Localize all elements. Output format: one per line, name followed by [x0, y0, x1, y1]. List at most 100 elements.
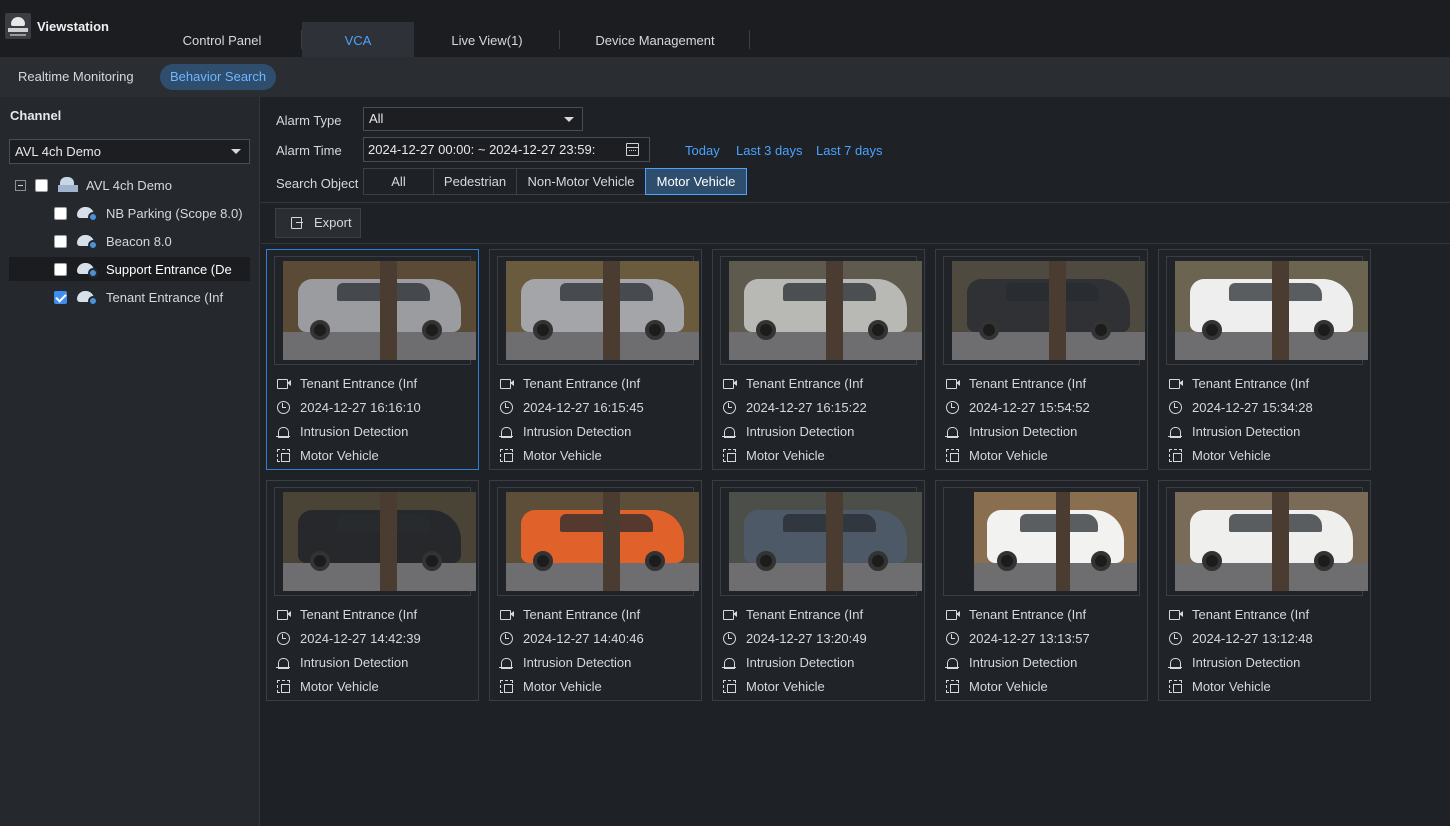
object-type-icon: [722, 448, 738, 462]
vehicle-snapshot[interactable]: [283, 261, 476, 360]
result-event-text: Intrusion Detection: [969, 423, 1078, 439]
result-event: Intrusion Detection: [722, 421, 854, 441]
result-card[interactable]: Tenant Entrance (Inf 2024-12-27 15:54:52 I…: [935, 249, 1148, 470]
tree-channel-support-entrance[interactable]: Support Entrance (De: [9, 257, 250, 281]
vehicle-snapshot[interactable]: [729, 492, 922, 591]
result-channel: Tenant Entrance (Inf: [276, 373, 417, 393]
alarm-icon: [1168, 655, 1184, 669]
object-motor-vehicle-button[interactable]: Motor Vehicle: [645, 168, 747, 195]
channel-label: NB Parking (Scope 8.0): [106, 205, 243, 221]
result-time-text: 2024-12-27 15:34:28: [1192, 399, 1313, 415]
result-time-text: 2024-12-27 16:15:45: [523, 399, 644, 415]
result-card[interactable]: Tenant Entrance (Inf 2024-12-27 13:12:48 I…: [1158, 480, 1371, 701]
tab-control-panel[interactable]: Control Panel: [142, 22, 302, 57]
result-card[interactable]: Tenant Entrance (Inf 2024-12-27 16:16:10 I…: [266, 249, 479, 470]
top-bar: Viewstation Control Panel VCA Live View(…: [0, 0, 1450, 57]
channel-checkbox[interactable]: [54, 262, 67, 276]
vehicle-snapshot[interactable]: [283, 492, 476, 591]
result-event-text: Intrusion Detection: [746, 423, 855, 439]
export-button[interactable]: Export: [275, 208, 361, 238]
object-type-icon: [276, 448, 292, 462]
alarm-icon: [722, 655, 738, 669]
app-title: Viewstation: [37, 19, 110, 34]
result-event: Intrusion Detection: [276, 652, 408, 672]
result-channel-text: Tenant Entrance (Inf: [300, 606, 418, 622]
result-object-text: Motor Vehicle: [746, 678, 825, 694]
object-type-icon: [945, 679, 961, 693]
channel-label: Tenant Entrance (Inf: [106, 289, 224, 305]
result-time: 2024-12-27 14:40:46: [499, 628, 644, 648]
channel-sidebar: Channel AVL 4ch Demo AVL 4ch Demo NB Par…: [0, 97, 260, 826]
result-object: Motor Vehicle: [1168, 676, 1271, 696]
result-object-text: Motor Vehicle: [300, 678, 379, 694]
channel-checkbox[interactable]: [54, 290, 67, 304]
calendar-icon[interactable]: [626, 143, 639, 156]
result-card[interactable]: Tenant Entrance (Inf 2024-12-27 14:40:46 I…: [489, 480, 702, 701]
device-select[interactable]: AVL 4ch Demo: [9, 139, 250, 164]
object-non-motor-vehicle-button[interactable]: Non-Motor Vehicle: [517, 169, 646, 194]
result-card[interactable]: Tenant Entrance (Inf 2024-12-27 13:20:49 I…: [712, 480, 925, 701]
export-label: Export: [314, 215, 352, 230]
tab-vca[interactable]: VCA: [302, 22, 414, 57]
quick-today-link[interactable]: Today: [685, 143, 720, 158]
collapse-icon[interactable]: [15, 179, 26, 191]
result-object: Motor Vehicle: [276, 676, 379, 696]
vehicle-snapshot[interactable]: [1175, 492, 1368, 591]
object-type-icon: [945, 448, 961, 462]
result-event: Intrusion Detection: [945, 652, 1077, 672]
channel-checkbox[interactable]: [54, 234, 67, 248]
divider: [261, 202, 1450, 203]
result-time-text: 2024-12-27 15:54:52: [969, 399, 1090, 415]
camera-icon: [276, 607, 292, 621]
result-time: 2024-12-27 16:15:45: [499, 397, 644, 417]
result-channel-text: Tenant Entrance (Inf: [1192, 375, 1310, 391]
result-card[interactable]: Tenant Entrance (Inf 2024-12-27 13:13:57 I…: [935, 480, 1148, 701]
tree-root-label: AVL 4ch Demo: [86, 177, 172, 193]
result-time: 2024-12-27 13:20:49: [722, 628, 867, 648]
alarm-time-range-input[interactable]: 2024-12-27 00:00: ~ 2024-12-27 23:59:: [363, 137, 650, 162]
tab-label: Live View(1): [451, 33, 523, 48]
clock-icon: [1168, 400, 1184, 414]
tab-live-view[interactable]: Live View(1): [414, 22, 560, 57]
result-card[interactable]: Tenant Entrance (Inf 2024-12-27 14:42:39 I…: [266, 480, 479, 701]
vehicle-snapshot[interactable]: [974, 492, 1137, 591]
tree-channel-tenant-entrance[interactable]: Tenant Entrance (Inf: [54, 285, 254, 309]
divider: [261, 243, 1450, 244]
subnav-realtime-monitoring[interactable]: Realtime Monitoring: [8, 64, 144, 90]
result-event-text: Intrusion Detection: [1192, 654, 1301, 670]
subnav-behavior-search[interactable]: Behavior Search: [160, 64, 277, 90]
vehicle-snapshot[interactable]: [952, 261, 1145, 360]
result-object-text: Motor Vehicle: [969, 447, 1048, 463]
tab-device-management[interactable]: Device Management: [560, 22, 750, 57]
vehicle-snapshot[interactable]: [729, 261, 922, 360]
vehicle-snapshot[interactable]: [506, 261, 699, 360]
alarm-icon: [722, 424, 738, 438]
result-event-text: Intrusion Detection: [523, 654, 632, 670]
object-pedestrian-button[interactable]: Pedestrian: [434, 169, 517, 194]
tree-channel-beacon[interactable]: Beacon 8.0: [54, 229, 254, 253]
object-all-button[interactable]: All: [364, 169, 434, 194]
result-object-text: Motor Vehicle: [746, 447, 825, 463]
camera-icon: [945, 376, 961, 390]
result-channel-text: Tenant Entrance (Inf: [746, 375, 864, 391]
tree-root[interactable]: AVL 4ch Demo: [15, 173, 255, 197]
channel-checkbox[interactable]: [54, 206, 67, 220]
result-channel-text: Tenant Entrance (Inf: [300, 375, 418, 391]
quick-last-7-days-link[interactable]: Last 7 days: [816, 143, 883, 158]
result-time: 2024-12-27 13:13:57: [945, 628, 1090, 648]
clock-icon: [722, 631, 738, 645]
result-object: Motor Vehicle: [499, 445, 602, 465]
quick-last-3-days-link[interactable]: Last 3 days: [736, 143, 803, 158]
result-card[interactable]: Tenant Entrance (Inf 2024-12-27 16:15:22 I…: [712, 249, 925, 470]
vehicle-snapshot[interactable]: [506, 492, 699, 591]
clock-icon: [1168, 631, 1184, 645]
result-time-text: 2024-12-27 16:15:22: [746, 399, 867, 415]
result-channel: Tenant Entrance (Inf: [499, 373, 640, 393]
alarm-type-select[interactable]: All: [363, 107, 583, 131]
result-object: Motor Vehicle: [722, 445, 825, 465]
root-checkbox[interactable]: [35, 178, 48, 192]
result-card[interactable]: Tenant Entrance (Inf 2024-12-27 16:15:45 I…: [489, 249, 702, 470]
tree-channel-nb-parking[interactable]: NB Parking (Scope 8.0): [54, 201, 254, 225]
vehicle-snapshot[interactable]: [1175, 261, 1368, 360]
result-card[interactable]: Tenant Entrance (Inf 2024-12-27 15:34:28 I…: [1158, 249, 1371, 470]
